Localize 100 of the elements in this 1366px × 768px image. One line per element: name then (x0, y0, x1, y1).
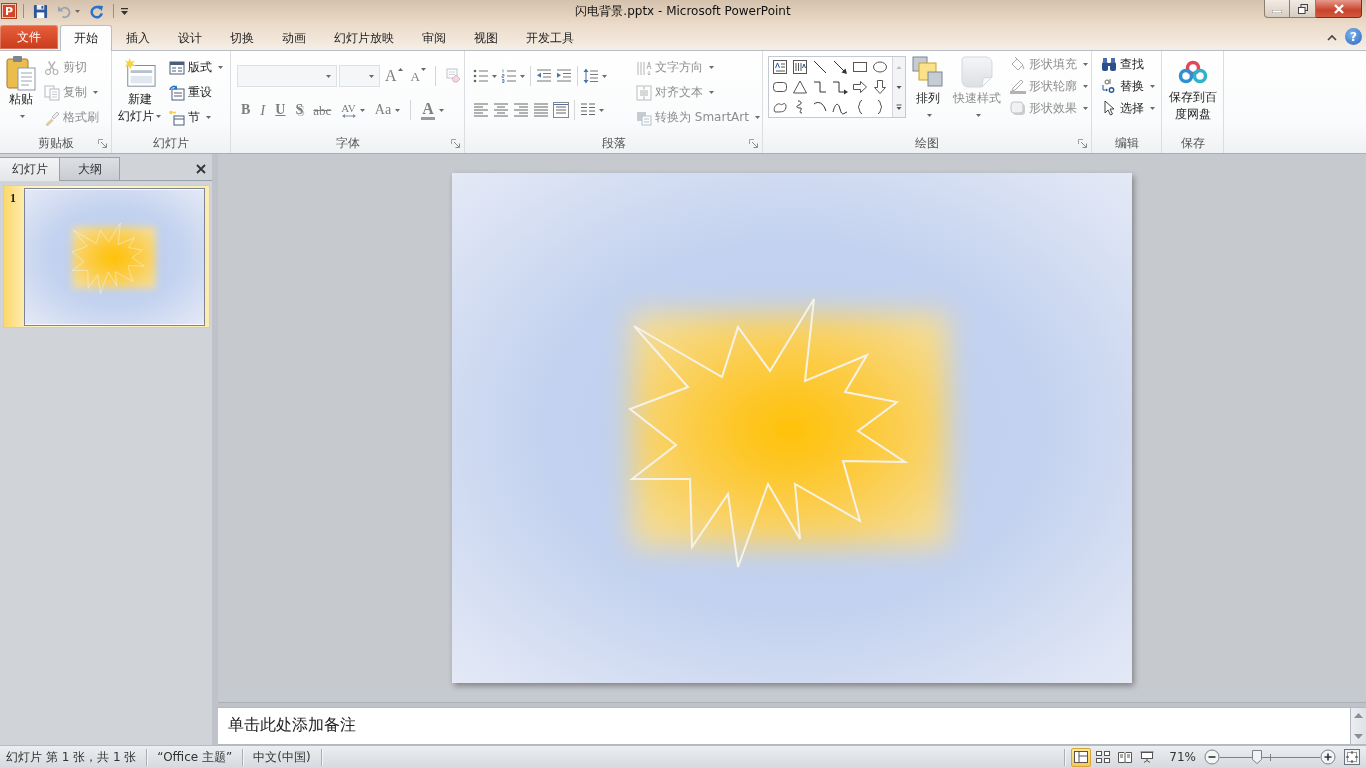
eraser-icon (445, 68, 461, 84)
zoom-level[interactable]: 71% (1169, 750, 1196, 764)
find-button[interactable]: 查找 (1098, 53, 1158, 75)
ribbon-tab[interactable]: 动画 (268, 25, 320, 50)
notes-scrollbar[interactable] (1350, 707, 1366, 745)
ribbon-tab[interactable]: 开发工具 (512, 25, 588, 50)
triangle-icon[interactable] (792, 79, 808, 95)
reset-slide-icon (169, 84, 185, 101)
group-label: 剪贴板 (37, 134, 74, 152)
dialog-launcher-icon[interactable] (749, 138, 758, 148)
ribbon-tab[interactable]: 设计 (164, 25, 216, 50)
slide-thumbnail[interactable] (23, 188, 205, 326)
caret-icon (709, 91, 714, 94)
cloud-rings-icon (1178, 60, 1208, 84)
rectangle-icon[interactable] (852, 59, 868, 75)
fit-to-window-icon[interactable] (1344, 749, 1360, 765)
dialog-launcher-icon[interactable] (98, 138, 107, 148)
normal-view-button[interactable] (1071, 747, 1092, 767)
restore-button[interactable] (1290, 0, 1316, 18)
scroll-down-icon[interactable] (1354, 734, 1363, 739)
close-icon (1333, 3, 1344, 14)
zoom-slider[interactable] (1220, 749, 1320, 765)
caret-icon (218, 66, 223, 69)
layout-button[interactable]: 版式 (166, 55, 226, 80)
replace-button[interactable]: 替换 (1098, 75, 1158, 97)
reset-button[interactable]: 重设 (166, 80, 226, 105)
decrease-indent-icon (536, 68, 552, 84)
save-to-cloud-button[interactable]: 保存到百度网盘 (1165, 53, 1221, 131)
align-left-icon (473, 102, 489, 118)
zoom-in-icon[interactable] (1320, 749, 1336, 765)
panel-tab[interactable]: 幻灯片 (0, 157, 60, 181)
columns-icon (580, 102, 596, 118)
oval-icon[interactable] (872, 59, 888, 75)
minimize-icon (1272, 9, 1282, 13)
down-arrow-icon[interactable] (872, 79, 888, 95)
vertical-text-box-icon[interactable] (792, 59, 808, 75)
window-title: 闪电背景.pptx - Microsoft PowerPoint (575, 2, 791, 20)
caret-icon (325, 74, 331, 78)
slider-thumb[interactable] (1252, 750, 1263, 764)
arrow-line-icon[interactable] (832, 59, 848, 75)
restore-icon (1297, 3, 1308, 14)
collapse-ribbon-icon[interactable] (1327, 34, 1337, 41)
ribbon-tab[interactable]: 插入 (112, 25, 164, 50)
arrange-button[interactable]: 排列 (909, 53, 947, 131)
language-indicator: 中文(中国) (252, 748, 312, 766)
caret-icon (926, 114, 932, 117)
replace-icon (1101, 78, 1117, 94)
ribbon-tab[interactable]: 幻灯片放映 (320, 25, 408, 50)
caret-icon (709, 66, 714, 69)
customize-menu-icon[interactable] (121, 7, 128, 15)
align-right-icon (513, 102, 529, 118)
rounded-rectangle-icon[interactable] (772, 79, 788, 95)
caret-icon (438, 108, 444, 112)
bulleted-list-icon (473, 68, 489, 84)
up-caret-icon (397, 68, 403, 71)
clipboard-icon (6, 55, 36, 91)
close-button[interactable] (1316, 0, 1362, 18)
slide-counter: 幻灯片 第 1 张，共 1 张 (5, 748, 138, 766)
close-icon[interactable] (196, 163, 206, 174)
paint-bucket-icon (1010, 56, 1026, 72)
help-button[interactable]: ? (1345, 28, 1362, 45)
double-arrow-icon (341, 113, 356, 118)
app-logo[interactable]: P (2, 4, 16, 18)
undo-icon (57, 3, 72, 19)
style-swatch-icon (961, 56, 993, 88)
dialog-launcher-icon[interactable] (451, 138, 460, 148)
text-box-icon[interactable] (772, 59, 788, 75)
gallery-more-icon[interactable] (893, 97, 905, 117)
smartart-icon (636, 109, 652, 126)
scroll-up-icon[interactable] (1354, 713, 1363, 718)
new-slide-button[interactable]: 新建 幻灯片 (115, 53, 164, 131)
distribute-button[interactable] (551, 99, 571, 121)
section-button[interactable]: 节 (166, 105, 226, 130)
ribbon-tab[interactable]: 视图 (460, 25, 512, 50)
ribbon-tab[interactable]: 审阅 (408, 25, 460, 50)
zoom-out-icon[interactable] (1204, 749, 1220, 765)
file-tab[interactable]: 文件 (0, 25, 58, 49)
notes-field[interactable]: 单击此处添加备注 (218, 707, 1350, 745)
paste-button[interactable]: 粘贴 (3, 53, 39, 131)
align-center-icon (493, 102, 509, 118)
line-icon[interactable] (812, 59, 828, 75)
save-button[interactable] (31, 2, 50, 20)
overlapping-squares-icon (912, 56, 944, 88)
group-label: 段落 (601, 134, 626, 152)
right-arrow-icon[interactable] (852, 79, 868, 95)
elbow-arrow-icon[interactable] (832, 79, 848, 95)
caret-icon (1083, 62, 1088, 66)
ribbon-tab[interactable]: 开始 (60, 25, 112, 51)
ribbon-tab[interactable]: 切换 (216, 25, 268, 50)
pencil-icon (1010, 78, 1026, 94)
theme-name: “Office 主题” (156, 748, 234, 766)
slide-number: 1 (10, 191, 17, 206)
select-button[interactable]: 选择 (1098, 97, 1158, 119)
panel-tab[interactable]: 大纲 (60, 157, 120, 180)
caret-icon (520, 74, 525, 78)
layout-icon (169, 59, 185, 76)
text-direction-icon (636, 59, 652, 76)
dialog-launcher-icon[interactable] (1078, 138, 1087, 148)
line-spacing-icon (583, 68, 599, 84)
caret-icon (93, 91, 98, 94)
